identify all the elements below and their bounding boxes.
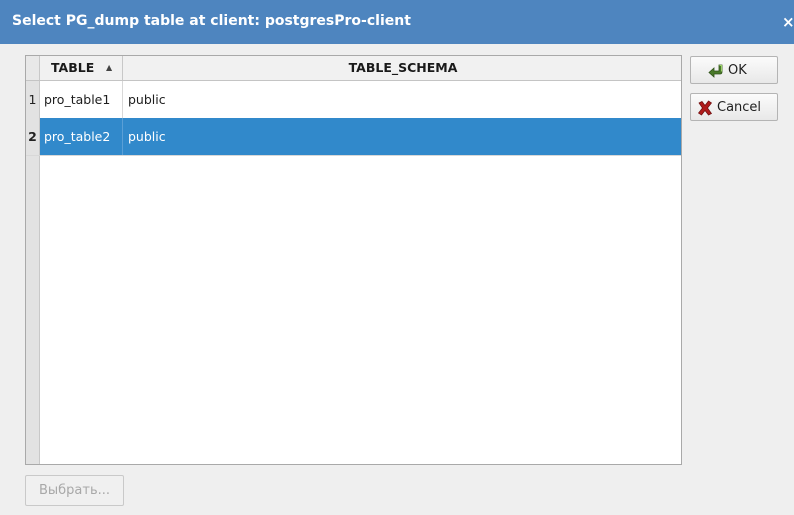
row-number: 1 <box>26 81 40 118</box>
cancel-button[interactable]: Cancel <box>690 93 778 121</box>
close-icon[interactable]: × <box>782 12 794 32</box>
table-row-selected[interactable]: 2 pro_table2 public <box>26 118 681 156</box>
dialog-title: Select PG_dump table at client: postgres… <box>12 13 411 29</box>
tables-grid[interactable]: TABLE ▲ TABLE_SCHEMA 1 pro_table1 public… <box>25 55 682 465</box>
column-header-table-label: TABLE <box>51 60 95 75</box>
cell-table-schema[interactable]: public <box>123 81 681 118</box>
ok-arrow-icon <box>708 64 723 78</box>
row-number: 2 <box>26 118 40 155</box>
choose-button[interactable]: Выбрать... <box>25 475 124 506</box>
grid-header: TABLE ▲ TABLE_SCHEMA <box>26 56 681 81</box>
cell-table-schema[interactable]: public <box>123 118 681 155</box>
sort-ascending-icon: ▲ <box>106 63 113 72</box>
ok-button[interactable]: OK <box>690 56 778 84</box>
ok-button-label: OK <box>728 63 747 78</box>
cancel-button-label: Cancel <box>717 100 762 115</box>
title-bar[interactable]: Select PG_dump table at client: postgres… <box>0 0 794 44</box>
cell-table[interactable]: pro_table1 <box>40 81 123 118</box>
cancel-x-icon <box>697 100 713 116</box>
header-corner <box>26 56 40 80</box>
dialog-window: Select PG_dump table at client: postgres… <box>0 0 794 515</box>
cell-table[interactable]: pro_table2 <box>40 118 123 155</box>
column-header-table[interactable]: TABLE ▲ <box>40 56 123 80</box>
column-header-table-schema[interactable]: TABLE_SCHEMA <box>123 56 681 80</box>
table-row[interactable]: 1 pro_table1 public <box>26 81 681 119</box>
